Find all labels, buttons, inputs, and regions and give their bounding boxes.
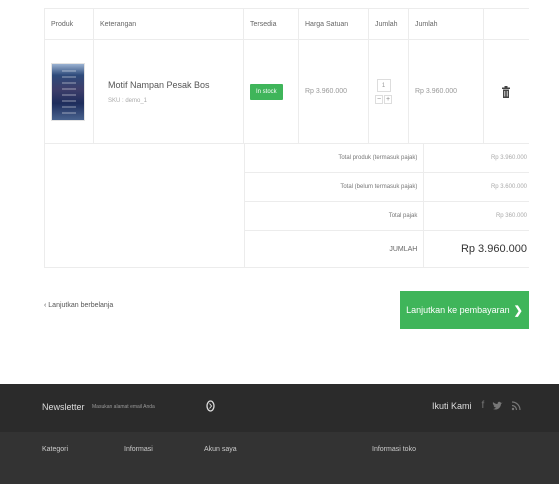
cart-page: Produk Keterangan Tersedia Harga Satuan … [0, 0, 559, 484]
submit-circle-icon [205, 400, 215, 412]
tax-label: Total pajak [245, 202, 425, 230]
follow-us: Ikuti Kami f [432, 400, 521, 411]
tax-value: Rp 360.000 [495, 213, 527, 219]
footer-heading-store-info[interactable]: Informasi toko [372, 446, 416, 453]
quantity-input[interactable]: 1 [376, 79, 391, 92]
header-availability: Tersedia [244, 9, 299, 39]
quantity-cell: 1 − + [369, 40, 409, 143]
header-product: Produk [44, 9, 94, 39]
footer-heading-categories[interactable]: Kategori [42, 446, 68, 453]
cart-table-header: Produk Keterangan Tersedia Harga Satuan … [44, 8, 529, 40]
excl-tax-value: Rp 3.600.000 [490, 184, 527, 190]
header-description: Keterangan [94, 9, 244, 39]
header-total: Jumlah [409, 9, 484, 39]
header-delete [484, 9, 529, 39]
cart-item-row: Motif Nampan Pesak Bos SKU : demo_1 In s… [44, 40, 529, 144]
facebook-icon[interactable]: f [482, 400, 485, 411]
delete-cell [484, 40, 529, 143]
quantity-stepper: 1 − + [375, 79, 392, 104]
unit-price: Rp 3.960.000 [299, 40, 369, 143]
quantity-minus-button[interactable]: − [375, 95, 383, 104]
line-total: Rp 3.960.000 [409, 40, 484, 143]
newsletter-email-input[interactable] [92, 400, 184, 414]
trash-icon[interactable] [502, 85, 510, 98]
summary-tax: Total pajak Rp 360.000 [244, 202, 529, 231]
rss-icon[interactable] [511, 400, 521, 411]
quantity-buttons: − + [375, 95, 392, 104]
twitter-icon[interactable] [492, 401, 503, 411]
summary-grand-total: JUMLAH Rp 3.960.000 [244, 231, 529, 268]
product-sku: SKU : demo_1 [108, 97, 148, 104]
footer-newsletter-bar: Newsletter Ikuti Kami f [0, 384, 559, 432]
products-incl-tax-value: Rp 3.960.000 [490, 155, 527, 161]
product-name-link[interactable]: Motif Nampan Pesak Bos [108, 80, 210, 90]
cart-table: Produk Keterangan Tersedia Harga Satuan … [44, 8, 529, 268]
footer-heading-information[interactable]: Informasi [124, 446, 153, 453]
product-thumbnail[interactable] [51, 62, 85, 121]
newsletter-submit-button[interactable] [204, 399, 216, 413]
products-incl-tax-label: Total produk (termasuk pajak) [245, 144, 425, 172]
product-description-cell: Motif Nampan Pesak Bos SKU : demo_1 [94, 40, 244, 143]
continue-shopping-link[interactable]: ‹ Lanjutkan berbelanja [44, 302, 113, 309]
checkout-label: Lanjutkan ke pembayaran [406, 305, 510, 315]
excl-tax-label: Total (belum termasuk pajak) [245, 173, 425, 201]
follow-label: Ikuti Kami [432, 400, 472, 411]
footer-links: Kategori Informasi Akun saya Informasi t… [0, 432, 559, 484]
summary-spacer [44, 144, 244, 268]
grand-total-label: JUMLAH [245, 231, 425, 267]
in-stock-badge: In stock [250, 83, 283, 100]
checkout-button[interactable]: Lanjutkan ke pembayaran ❯ [400, 291, 529, 329]
quantity-plus-button[interactable]: + [384, 95, 392, 104]
footer-heading-my-account[interactable]: Akun saya [204, 446, 237, 453]
summary-totals: Total produk (termasuk pajak) Rp 3.960.0… [244, 144, 529, 268]
chevron-right-icon: ❯ [513, 304, 523, 317]
cart-summary: Total produk (termasuk pajak) Rp 3.960.0… [44, 144, 529, 268]
summary-products-incl-tax: Total produk (termasuk pajak) Rp 3.960.0… [244, 144, 529, 173]
product-image-cell [44, 40, 94, 143]
availability-cell: In stock [244, 40, 299, 143]
header-unit-price: Harga Satuan [299, 9, 369, 39]
header-quantity: Jumlah [369, 9, 409, 39]
newsletter-label: Newsletter [42, 402, 85, 412]
summary-excl-tax: Total (belum termasuk pajak) Rp 3.600.00… [244, 173, 529, 202]
continue-shopping-label: Lanjutkan berbelanja [48, 302, 114, 309]
grand-total-value: Rp 3.960.000 [460, 243, 527, 255]
